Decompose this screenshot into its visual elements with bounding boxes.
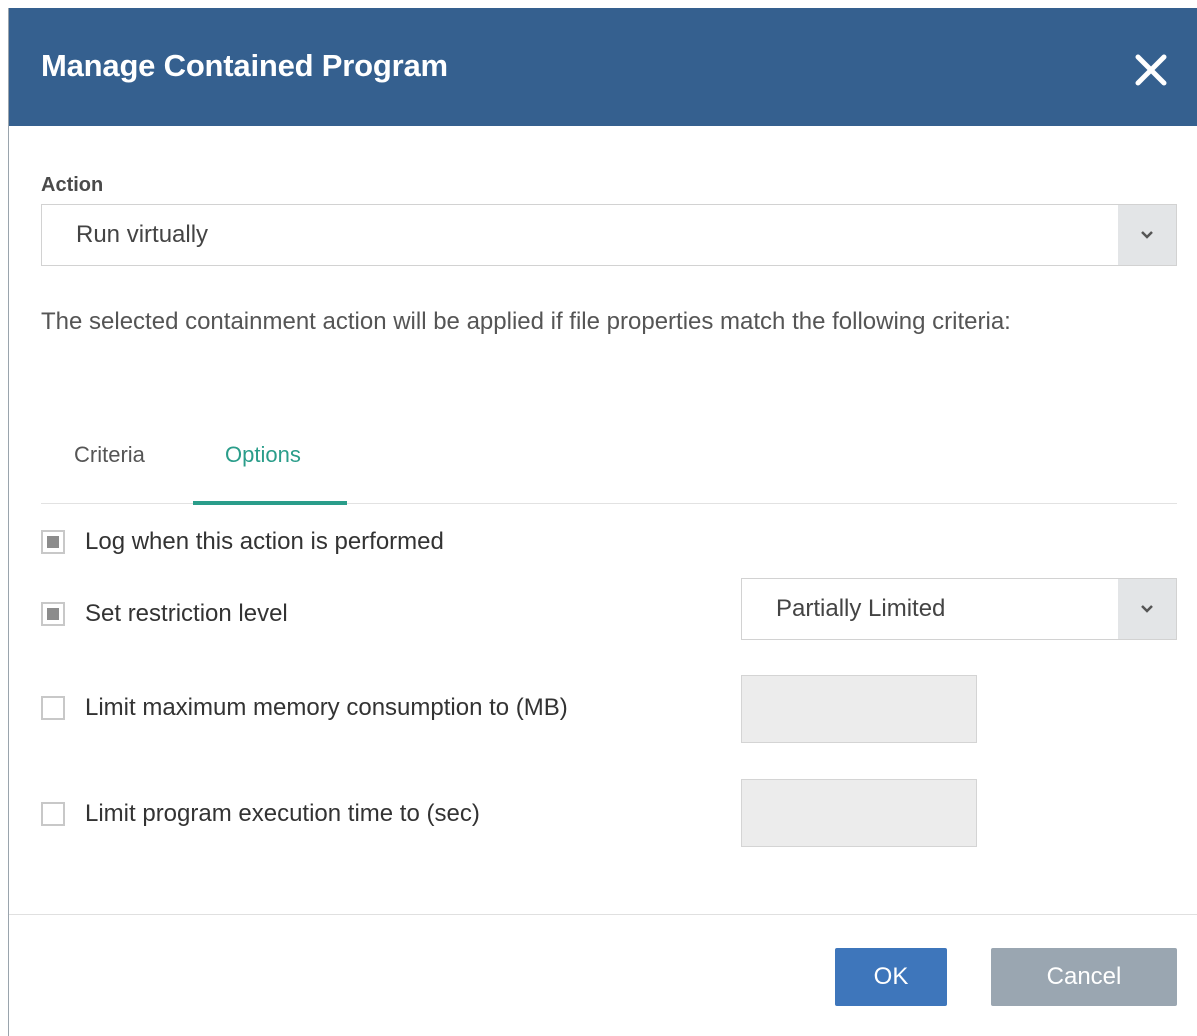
- restriction-level-checkbox[interactable]: [41, 602, 65, 626]
- close-button[interactable]: [1129, 48, 1173, 92]
- chevron-down-icon: [1141, 231, 1153, 239]
- footer-divider: [9, 914, 1197, 915]
- dialog-title: Manage Contained Program: [41, 48, 448, 83]
- cancel-button[interactable]: Cancel: [991, 948, 1177, 1006]
- dialog-header: Manage Contained Program: [9, 8, 1197, 126]
- restriction-level-select[interactable]: Partially Limited: [741, 578, 1177, 640]
- action-dropdown-toggle[interactable]: [1118, 205, 1176, 265]
- close-icon: [1135, 54, 1167, 86]
- restriction-level-value: Partially Limited: [776, 595, 946, 622]
- action-label: Action: [41, 174, 104, 196]
- memory-limit-checkbox[interactable]: [41, 696, 65, 720]
- log-action-row: Log when this action is performed: [41, 528, 741, 558]
- restriction-level-row: Set restriction level: [41, 600, 741, 630]
- action-select[interactable]: Run virtually: [41, 204, 1177, 266]
- tab-bar: Criteria Options: [41, 428, 1177, 505]
- memory-limit-input[interactable]: [741, 675, 977, 743]
- manage-contained-program-dialog: Manage Contained Program Action Run virt…: [8, 8, 1197, 1036]
- memory-limit-label: Limit maximum memory consumption to (MB): [85, 694, 568, 721]
- execution-time-checkbox[interactable]: [41, 802, 65, 826]
- chevron-down-icon: [1141, 605, 1153, 613]
- tab-options[interactable]: Options: [225, 442, 301, 468]
- execution-time-input[interactable]: [741, 779, 977, 847]
- tab-criteria[interactable]: Criteria: [74, 442, 145, 468]
- action-select-value: Run virtually: [76, 221, 209, 248]
- restriction-dropdown-toggle[interactable]: [1118, 579, 1176, 639]
- active-tab-indicator: [193, 501, 347, 505]
- memory-limit-row: Limit maximum memory consumption to (MB): [41, 694, 741, 724]
- log-action-checkbox[interactable]: [41, 530, 65, 554]
- execution-time-row: Limit program execution time to (sec): [41, 800, 741, 830]
- containment-description: The selected containment action will be …: [41, 308, 1011, 335]
- execution-time-label: Limit program execution time to (sec): [85, 800, 480, 827]
- log-action-label: Log when this action is performed: [85, 528, 444, 555]
- ok-button[interactable]: OK: [835, 948, 947, 1006]
- restriction-level-label: Set restriction level: [85, 600, 288, 627]
